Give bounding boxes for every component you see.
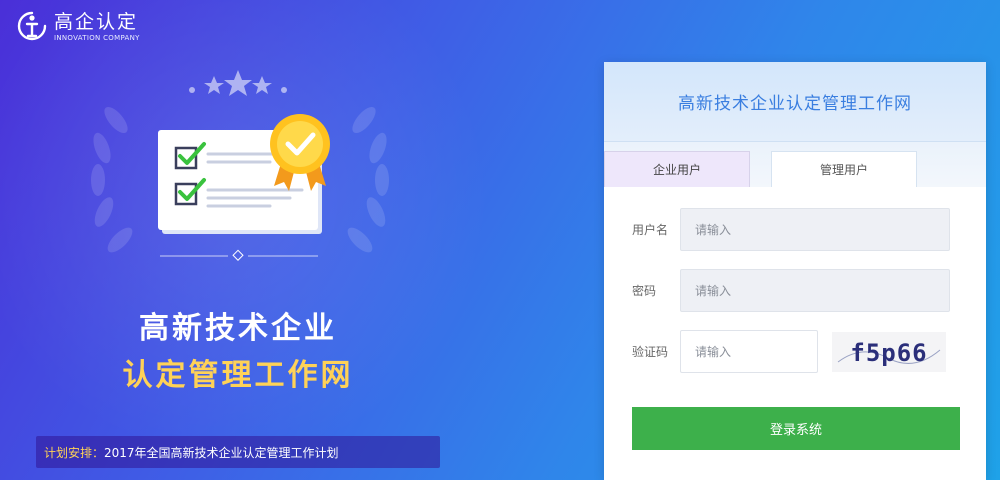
plan-label: 计划安排： [44, 445, 105, 460]
username-label: 用户名 [632, 223, 669, 237]
captcha-input[interactable] [680, 330, 818, 373]
login-submit-button[interactable]: 登录系统 [632, 407, 960, 450]
hero-title-line1: 高新技术企业 [139, 311, 337, 346]
plan-announcement[interactable]: 计划安排： 2017年全国高新技术企业认定管理工作计划 [36, 436, 440, 468]
password-label: 密码 [632, 284, 657, 298]
login-card: 高新技术企业认定管理工作网 企业用户 管理用户 用户名 密码 验证码 f5p66… [604, 62, 986, 480]
captcha-text: f5p66 [850, 339, 927, 367]
tab-admin-user[interactable]: 管理用户 [771, 151, 917, 187]
login-tabs: 企业用户 管理用户 [604, 142, 986, 187]
brand-logo-icon [17, 11, 47, 41]
captcha-image[interactable]: f5p66 [832, 332, 946, 372]
logo-subtitle: INNOVATION COMPANY [54, 33, 140, 42]
captcha-row: 验证码 f5p66 [604, 330, 986, 374]
brand-logo[interactable]: 高企认定 INNOVATION COMPANY [16, 10, 140, 42]
login-card-header: 高新技术企业认定管理工作网 [604, 62, 986, 142]
logo-title: 高企认定 [54, 10, 139, 33]
password-input[interactable] [680, 269, 950, 312]
username-row: 用户名 [604, 208, 986, 252]
captcha-label: 验证码 [632, 345, 669, 359]
plan-link[interactable]: 2017年全国高新技术企业认定管理工作计划 [104, 444, 339, 461]
certificate-checklist-icon [91, 70, 389, 261]
password-row: 密码 [604, 269, 986, 313]
username-input[interactable] [680, 208, 950, 251]
hero-title-line2: 认定管理工作网 [122, 358, 354, 393]
tab-enterprise-user[interactable]: 企业用户 [604, 151, 750, 187]
login-card-title: 高新技术企业认定管理工作网 [678, 94, 912, 114]
